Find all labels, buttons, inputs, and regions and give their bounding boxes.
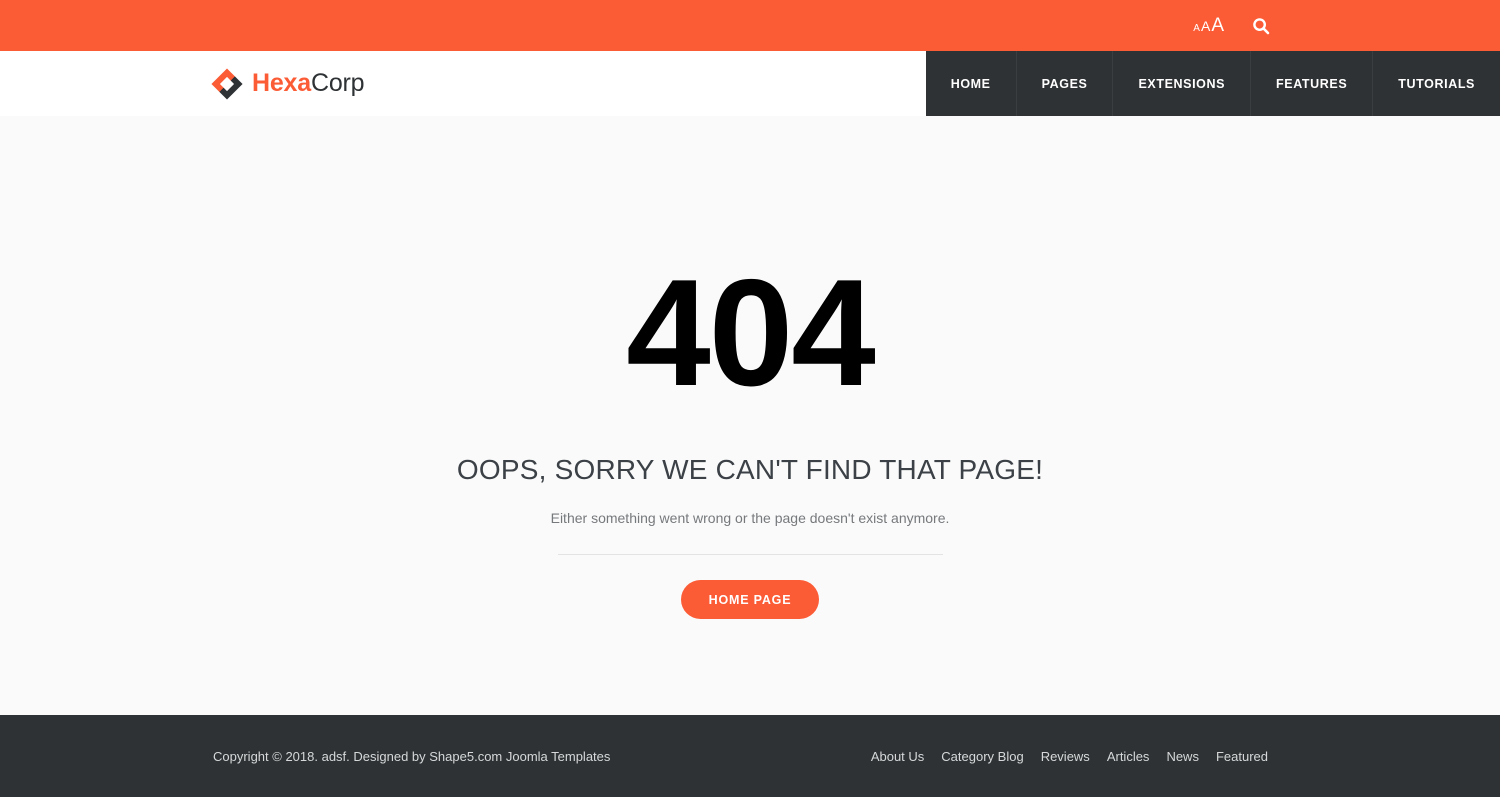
footer-link-articles[interactable]: Articles (1107, 749, 1150, 764)
horizontal-divider (557, 554, 943, 555)
font-size-large-button[interactable]: A (1211, 15, 1224, 37)
nav-item-tutorials[interactable]: TUTORIALS (1372, 51, 1500, 116)
logo-text-primary: Hexa (252, 69, 311, 97)
footer-link-category-blog[interactable]: Category Blog (941, 749, 1023, 764)
top-utility-bar: A A A (0, 0, 1500, 51)
site-header: HexaCorp HOME PAGES EXTENSIONS FEATURES … (0, 51, 1500, 116)
font-size-medium-button[interactable]: A (1201, 18, 1210, 34)
font-size-small-button[interactable]: A (1193, 23, 1200, 34)
site-footer: Copyright © 2018. adsf. Designed by Shap… (0, 715, 1500, 797)
error-subtitle: Either something went wrong or the page … (550, 510, 950, 526)
home-page-button[interactable]: HOME PAGE (680, 580, 820, 619)
footer-link-about-us[interactable]: About Us (871, 749, 924, 764)
nav-item-features[interactable]: FEATURES (1250, 51, 1372, 116)
error-code: 404 (626, 248, 876, 418)
nav-item-pages[interactable]: PAGES (1015, 51, 1113, 116)
footer-copyright: Copyright © 2018. adsf. Designed by Shap… (213, 748, 611, 764)
diamond-logo-icon (211, 67, 243, 100)
logo-text: HexaCorp (252, 69, 365, 98)
logo[interactable]: HexaCorp (0, 51, 926, 116)
nav-item-home[interactable]: HOME (926, 51, 1016, 116)
footer-link-news[interactable]: News (1166, 749, 1199, 764)
footer-link-reviews[interactable]: Reviews (1041, 749, 1090, 764)
footer-link-featured[interactable]: Featured (1216, 749, 1268, 764)
footer-links: About Us Category Blog Reviews Articles … (871, 749, 1268, 764)
logo-text-secondary: Corp (310, 69, 365, 97)
error-page-content: 404 OOPS, SORRY WE CAN'T FIND THAT PAGE!… (0, 116, 1500, 715)
font-size-controls[interactable]: A A A (1193, 15, 1224, 37)
search-icon[interactable] (1250, 15, 1272, 37)
error-title: OOPS, SORRY WE CAN'T FIND THAT PAGE! (456, 454, 1044, 485)
main-navigation: HOME PAGES EXTENSIONS FEATURES TUTORIALS (925, 51, 1500, 116)
nav-item-extensions[interactable]: EXTENSIONS (1112, 51, 1250, 116)
